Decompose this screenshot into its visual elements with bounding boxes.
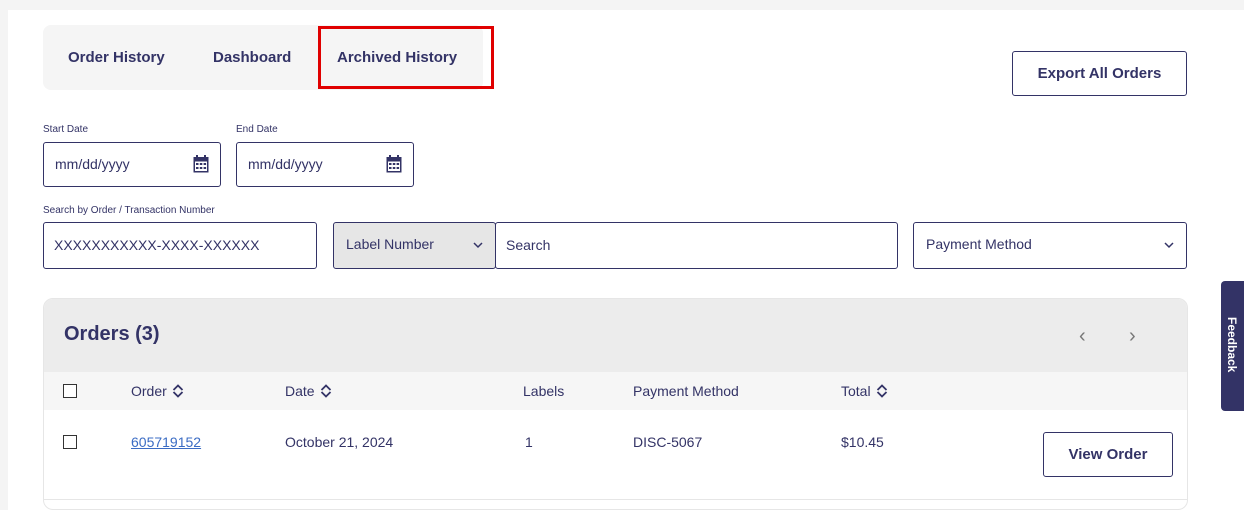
orders-panel: Orders (3) ‹ › Order Date Labels Payment…	[43, 298, 1188, 510]
start-date-placeholder: mm/dd/yyyy	[55, 156, 130, 172]
order-labels-count: 1	[525, 434, 533, 450]
orders-title: Orders (3)	[64, 323, 160, 345]
sort-icon[interactable]	[320, 384, 332, 398]
column-order[interactable]: Order	[131, 383, 184, 399]
start-date-label: Start Date	[43, 124, 89, 135]
active-tab-highlight	[318, 26, 494, 89]
select-all-checkbox[interactable]	[63, 384, 77, 398]
column-labels: Labels	[523, 383, 565, 399]
payment-method-value: Payment Method	[926, 236, 1032, 252]
archived-history-page: Order History Dashboard Archived History…	[8, 10, 1244, 510]
next-page-button[interactable]: ›	[1129, 325, 1136, 348]
sort-icon[interactable]	[172, 384, 184, 398]
table-row: 605719152 October 21, 2024 1 DISC-5067 $…	[44, 410, 1187, 500]
label-type-value: Label Number	[346, 236, 434, 252]
search-input[interactable]: Search	[495, 222, 898, 269]
column-total-label: Total	[841, 383, 871, 399]
order-total: $10.45	[841, 434, 884, 450]
order-payment-method: DISC-5067	[633, 434, 703, 450]
payment-method-select[interactable]: Payment Method	[913, 222, 1187, 269]
end-date-placeholder: mm/dd/yyyy	[248, 156, 323, 172]
order-date: October 21, 2024	[285, 434, 394, 450]
column-payment-method: Payment Method	[633, 383, 739, 399]
table-header: Order Date Labels Payment Method Total	[44, 372, 1187, 410]
end-date-label: End Date	[236, 124, 278, 135]
feedback-label: Feedback	[1225, 317, 1239, 373]
column-total[interactable]: Total	[841, 383, 888, 399]
order-number-link[interactable]: 605719152	[131, 434, 201, 450]
column-date-label: Date	[285, 383, 315, 399]
feedback-tab[interactable]: Feedback	[1221, 281, 1244, 411]
column-date[interactable]: Date	[285, 383, 332, 399]
search-order-label: Search by Order / Transaction Number	[43, 205, 215, 216]
label-type-select[interactable]: Label Number	[333, 222, 496, 269]
calendar-icon[interactable]	[386, 155, 402, 173]
end-date-input[interactable]: mm/dd/yyyy	[236, 142, 414, 187]
calendar-icon[interactable]	[193, 155, 209, 173]
row-select-checkbox[interactable]	[63, 435, 77, 449]
column-order-label: Order	[131, 383, 167, 399]
view-order-button[interactable]: View Order	[1043, 432, 1173, 477]
start-date-input[interactable]: mm/dd/yyyy	[43, 142, 221, 187]
prev-page-button[interactable]: ‹	[1079, 325, 1086, 348]
chevron-down-icon	[473, 242, 483, 249]
tab-order-history[interactable]: Order History	[68, 25, 165, 90]
sort-icon[interactable]	[876, 384, 888, 398]
export-all-orders-button[interactable]: Export All Orders	[1012, 51, 1187, 96]
order-number-placeholder: XXXXXXXXXXX-XXXX-XXXXXX	[54, 237, 260, 253]
search-placeholder: Search	[506, 237, 551, 253]
orders-header: Orders (3) ‹ ›	[44, 299, 1187, 372]
order-number-input[interactable]: XXXXXXXXXXX-XXXX-XXXXXX	[43, 222, 317, 269]
chevron-down-icon	[1164, 242, 1174, 249]
tab-dashboard[interactable]: Dashboard	[213, 25, 291, 90]
